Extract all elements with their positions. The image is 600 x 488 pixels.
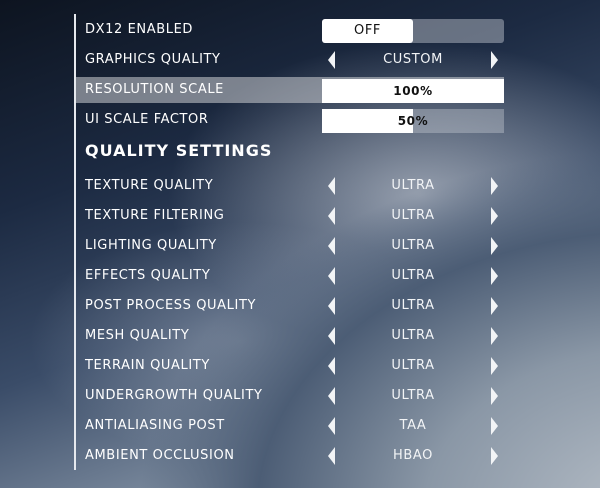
setting-row-graphics-quality[interactable]: GRAPHICS QUALITY CUSTOM <box>76 47 504 73</box>
chevron-right-icon[interactable] <box>491 267 498 285</box>
quality-selector[interactable]: ULTRA <box>322 263 504 289</box>
toggle-value: OFF <box>322 19 413 43</box>
setting-label: TEXTURE QUALITY <box>85 178 214 193</box>
setting-row[interactable]: UNDERGROWTH QUALITY ULTRA <box>76 383 504 409</box>
setting-label: ANTIALIASING POST <box>85 418 225 433</box>
quality-selector[interactable]: ULTRA <box>322 353 504 379</box>
chevron-right-icon[interactable] <box>491 207 498 225</box>
setting-row[interactable]: POST PROCESS QUALITY ULTRA <box>76 293 504 319</box>
setting-value: ULTRA <box>391 388 435 403</box>
slider-value: 50% <box>397 114 429 128</box>
setting-row-resolution-scale[interactable]: RESOLUTION SCALE 100% <box>76 77 504 103</box>
quality-settings-heading: QUALITY SETTINGS <box>85 141 273 160</box>
setting-row-ui-scale-factor[interactable]: UI SCALE FACTOR 50% <box>76 107 504 133</box>
chevron-right-icon[interactable] <box>491 417 498 435</box>
chevron-left-icon[interactable] <box>328 297 335 315</box>
setting-row[interactable]: TEXTURE QUALITY ULTRA <box>76 173 504 199</box>
chevron-right-icon[interactable] <box>491 327 498 345</box>
quality-selector[interactable]: ULTRA <box>322 233 504 259</box>
chevron-right-icon[interactable] <box>491 177 498 195</box>
setting-label: DX12 ENABLED <box>85 22 194 37</box>
quality-selector[interactable]: TAA <box>322 413 504 439</box>
chevron-right-icon[interactable] <box>491 51 498 69</box>
quality-selector[interactable]: HBAO <box>322 443 504 469</box>
chevron-left-icon[interactable] <box>328 417 335 435</box>
setting-label: MESH QUALITY <box>85 328 190 343</box>
setting-row-dx12[interactable]: DX12 ENABLED OFF <box>76 17 504 43</box>
setting-label: POST PROCESS QUALITY <box>85 298 257 313</box>
setting-value: ULTRA <box>391 238 435 253</box>
setting-label: EFFECTS QUALITY <box>85 268 211 283</box>
setting-label: LIGHTING QUALITY <box>85 238 217 253</box>
setting-value: HBAO <box>393 448 433 463</box>
setting-value: ULTRA <box>391 268 435 283</box>
setting-value: ULTRA <box>391 358 435 373</box>
setting-value: ULTRA <box>391 208 435 223</box>
quality-selector[interactable]: ULTRA <box>322 383 504 409</box>
setting-label: TEXTURE FILTERING <box>85 208 225 223</box>
setting-label: UNDERGROWTH QUALITY <box>85 388 263 403</box>
resolution-scale-slider[interactable]: 100% <box>322 79 504 103</box>
setting-row[interactable]: MESH QUALITY ULTRA <box>76 323 504 349</box>
dx12-toggle[interactable]: OFF <box>322 19 504 43</box>
chevron-left-icon[interactable] <box>328 177 335 195</box>
chevron-left-icon[interactable] <box>328 387 335 405</box>
quality-selector[interactable]: ULTRA <box>322 173 504 199</box>
chevron-right-icon[interactable] <box>491 297 498 315</box>
setting-row[interactable]: AMBIENT OCCLUSION HBAO <box>76 443 504 469</box>
chevron-left-icon[interactable] <box>328 447 335 465</box>
setting-value: ULTRA <box>391 328 435 343</box>
setting-label: TERRAIN QUALITY <box>85 358 210 373</box>
setting-label: RESOLUTION SCALE <box>85 82 224 97</box>
chevron-left-icon[interactable] <box>328 357 335 375</box>
setting-label: UI SCALE FACTOR <box>85 112 209 127</box>
chevron-left-icon[interactable] <box>328 237 335 255</box>
setting-row[interactable]: TERRAIN QUALITY ULTRA <box>76 353 504 379</box>
quality-selector[interactable]: ULTRA <box>322 323 504 349</box>
setting-value: ULTRA <box>391 298 435 313</box>
setting-value: CUSTOM <box>383 52 443 67</box>
setting-label: GRAPHICS QUALITY <box>85 52 221 67</box>
chevron-left-icon[interactable] <box>328 51 335 69</box>
chevron-right-icon[interactable] <box>491 357 498 375</box>
chevron-right-icon[interactable] <box>491 387 498 405</box>
chevron-right-icon[interactable] <box>491 447 498 465</box>
chevron-left-icon[interactable] <box>328 267 335 285</box>
chevron-left-icon[interactable] <box>328 327 335 345</box>
setting-row[interactable]: EFFECTS QUALITY ULTRA <box>76 263 504 289</box>
ui-scale-factor-slider[interactable]: 50% <box>322 109 504 133</box>
setting-row[interactable]: LIGHTING QUALITY ULTRA <box>76 233 504 259</box>
slider-value: 100% <box>393 84 433 98</box>
setting-value: TAA <box>399 418 427 433</box>
setting-label: AMBIENT OCCLUSION <box>85 448 235 463</box>
quality-selector[interactable]: ULTRA <box>322 293 504 319</box>
graphics-quality-selector[interactable]: CUSTOM <box>322 47 504 73</box>
chevron-left-icon[interactable] <box>328 207 335 225</box>
setting-value: ULTRA <box>391 178 435 193</box>
setting-row[interactable]: ANTIALIASING POST TAA <box>76 413 504 439</box>
setting-row[interactable]: TEXTURE FILTERING ULTRA <box>76 203 504 229</box>
quality-selector[interactable]: ULTRA <box>322 203 504 229</box>
chevron-right-icon[interactable] <box>491 237 498 255</box>
